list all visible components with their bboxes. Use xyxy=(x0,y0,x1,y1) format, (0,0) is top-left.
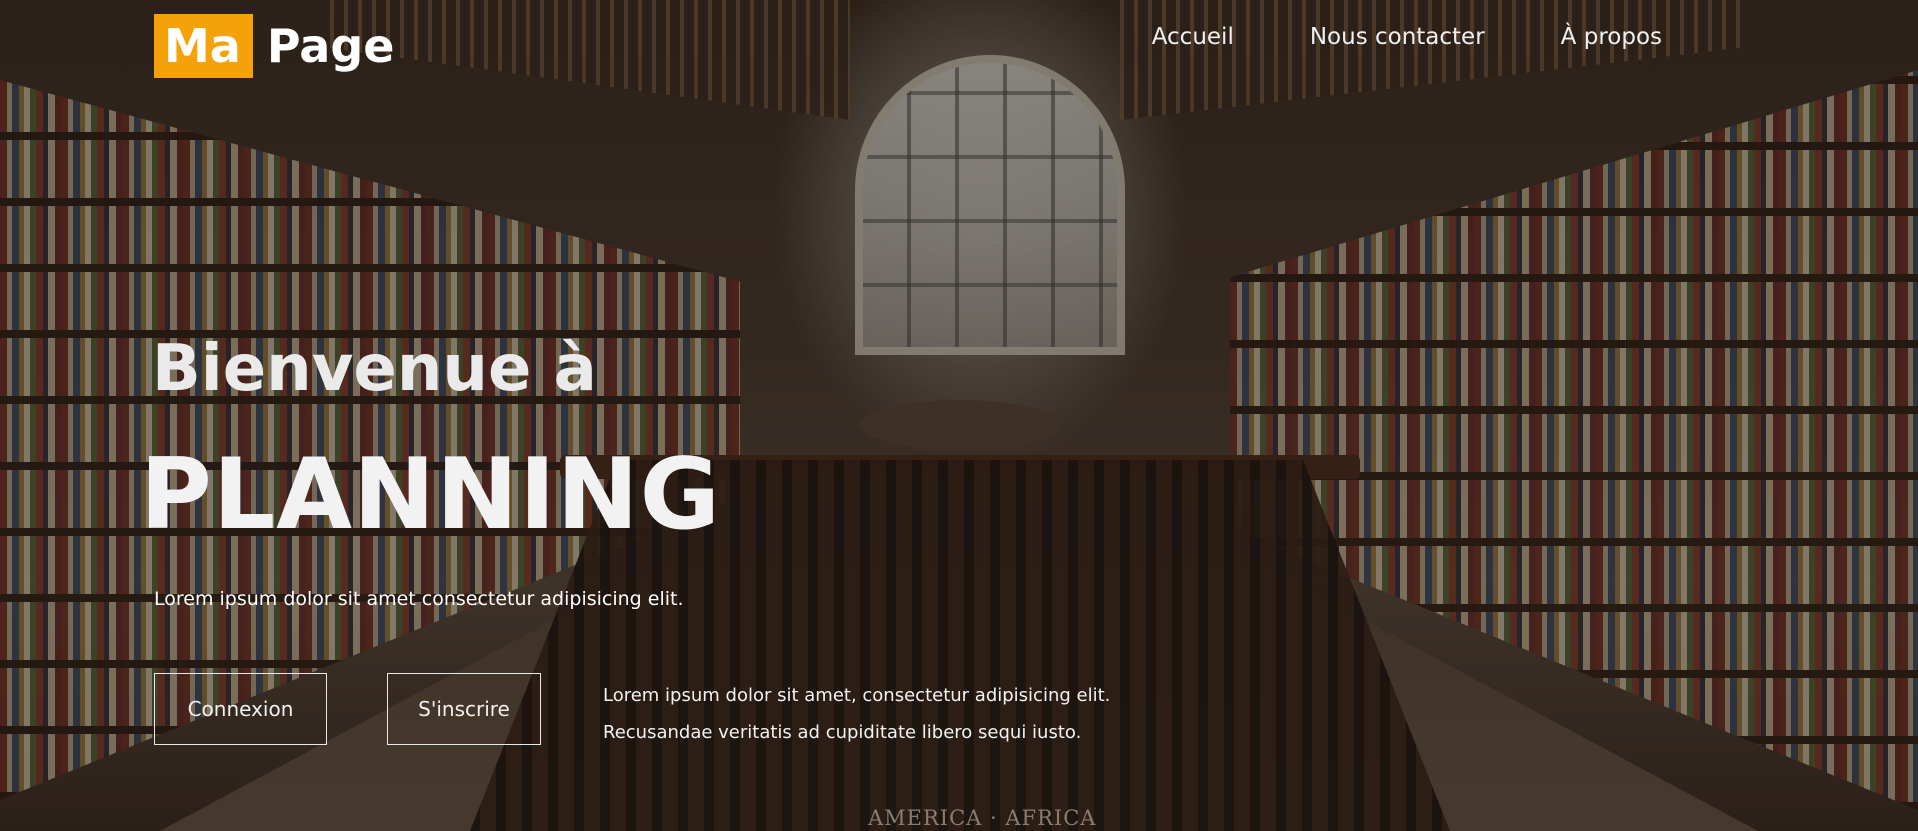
nav-link-contact[interactable]: Nous contacter xyxy=(1310,24,1485,50)
side-text-line-2: Recusandae veritatis ad cupiditate liber… xyxy=(603,722,1082,743)
site-logo[interactable]: Ma Page xyxy=(154,14,394,78)
hero-subtitle: Lorem ipsum dolor sit amet consectetur a… xyxy=(154,588,684,610)
logo-box: Ma xyxy=(154,14,253,78)
side-text-line-1: Lorem ipsum dolor sit amet, consectetur … xyxy=(603,685,1111,706)
main-nav: Accueil Nous contacter À propos xyxy=(1152,24,1662,50)
nav-link-about[interactable]: À propos xyxy=(1561,24,1662,50)
signup-button[interactable]: S'inscrire xyxy=(387,673,541,745)
nav-link-accueil[interactable]: Accueil xyxy=(1152,24,1234,50)
background-caption: AMERICA · AFRICA xyxy=(868,806,1097,830)
hero-welcome-heading: Bienvenue à xyxy=(152,332,597,406)
logo-text: Page xyxy=(266,19,395,73)
hero-title: PLANNING xyxy=(140,438,722,552)
login-button[interactable]: Connexion xyxy=(154,673,327,745)
hero-side-text: Lorem ipsum dolor sit amet, consectetur … xyxy=(603,677,1163,751)
